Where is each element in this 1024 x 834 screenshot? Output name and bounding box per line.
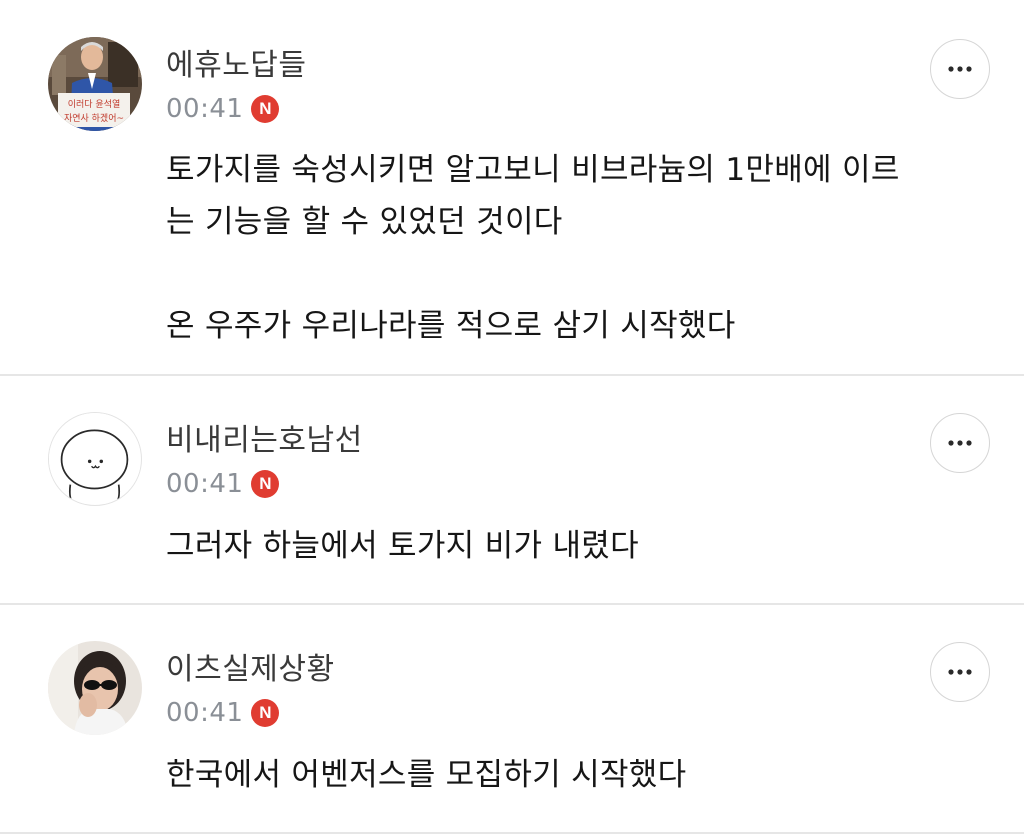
comment-text-line: 온 우주가 우리나라를 적으로 삼기 시작했다 [166,308,736,344]
avatar[interactable] [48,412,142,506]
more-options-button[interactable] [930,413,990,473]
woman-sunglasses-photo [48,641,142,735]
man-holding-protest-sign-photo: 이러다 윤석열 자연사 하겠어~ [48,37,142,131]
comment-text: 그러자 하늘에서 토가지 비가 내렸다 [166,520,976,572]
comment-meta: 00:41 N [166,92,280,126]
username[interactable]: 에휴노답들 [166,48,307,84]
new-badge: N [251,470,280,498]
avatar[interactable]: 이러다 윤석열 자연사 하겠어~ [48,37,142,131]
comment-meta: 00:41 N [166,467,280,501]
comment-text-line: 토가지를 숙성시키면 알고보니 비브라늄의 1만배에 이르 [166,152,900,188]
comment-item: 이러다 윤석열 자연사 하겠어~ 에휴노답들 00:41 N 토가지를 숙성시키… [0,0,1024,375]
username[interactable]: 이츠실제상황 [166,652,335,688]
avatar-sign-line1: 이러다 윤석열 [68,99,121,110]
comment-text-line: 그러자 하늘에서 토가지 비가 내렸다 [166,528,639,564]
comment-feed: 이러다 윤석열 자연사 하겠어~ 에휴노답들 00:41 N 토가지를 숙성시키… [0,0,1024,834]
more-horizontal-icon [948,66,972,72]
comment-meta: 00:41 N [166,696,280,730]
comment-text-line: 한국에서 어벤저스를 모집하기 시작했다 [166,757,687,793]
avatar-sign-line2: 자연사 하겠어~ [64,113,124,124]
new-badge: N [251,699,280,727]
timestamp: 00:41 [166,94,244,124]
comment-item: 이츠실제상황 00:41 N 한국에서 어벤저스를 모집하기 시작했다 [0,605,1024,834]
comment-item: 비내리는호남선 00:41 N 그러자 하늘에서 토가지 비가 내렸다 [0,376,1024,604]
timestamp: 00:41 [166,698,244,728]
more-horizontal-icon [948,440,972,446]
comment-text-line: 는 기능을 할 수 있었던 것이다 [166,204,563,240]
more-horizontal-icon [948,669,972,675]
avatar[interactable] [48,641,142,735]
comment-text-line [166,248,976,300]
username[interactable]: 비내리는호남선 [166,423,363,459]
timestamp: 00:41 [166,469,244,499]
cartoon-face-avatar [49,413,140,504]
comment-text: 토가지를 숙성시키면 알고보니 비브라늄의 1만배에 이르 는 기능을 할 수 … [166,144,976,352]
more-options-button[interactable] [930,642,990,702]
more-options-button[interactable] [930,39,990,99]
comment-text: 한국에서 어벤저스를 모집하기 시작했다 [166,749,976,801]
new-badge: N [251,95,280,123]
